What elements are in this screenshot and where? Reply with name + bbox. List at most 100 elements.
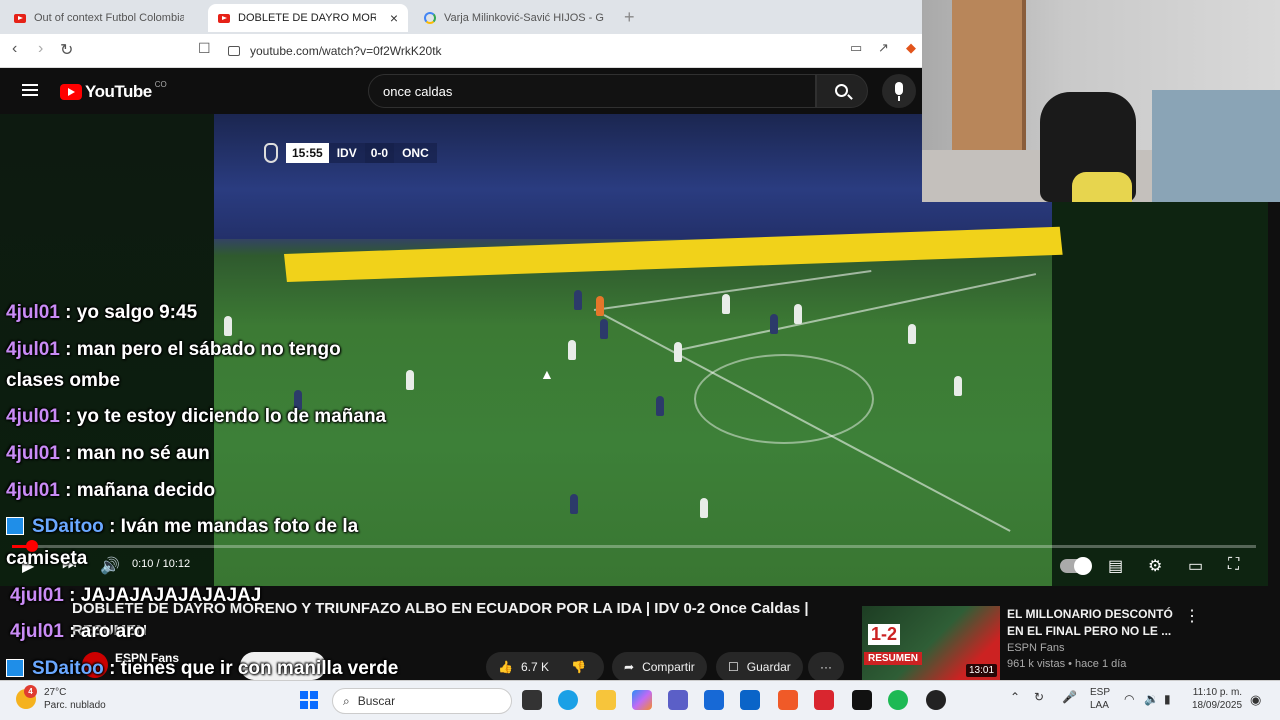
dislike-icon[interactable]: 👎 [571,660,586,674]
like-icon[interactable]: 👍 [498,660,513,674]
notifications-icon[interactable]: ◉ [1250,692,1261,708]
search-input[interactable]: once caldas [368,74,816,108]
brave-shield-icon[interactable]: ◆ [906,40,916,56]
chat-text: camiseta [6,548,88,569]
autoplay-toggle[interactable] [1060,557,1092,575]
language-indicator[interactable]: ESP LAA [1090,686,1110,712]
tab-label: Out of context Futbol Colombiano [34,12,184,24]
like-dislike-group: 👍 6.7 K 👎 [486,652,604,682]
more-vert-icon[interactable]: ⋮ [1184,606,1200,626]
system-clock[interactable]: 11:10 p. m. 18/09/2025 [1192,686,1242,712]
chat-text: : yo salgo 9:45 [65,302,198,323]
search-icon [835,84,848,97]
share-icon[interactable]: ↗ [878,40,889,56]
notification-badge: 4 [24,685,37,698]
chat-badge-icon [6,659,24,677]
teams-icon[interactable] [668,690,688,710]
like-count[interactable]: 6.7 K [521,660,549,674]
more-label: ··· [820,660,832,674]
search-button[interactable] [816,74,868,108]
recommended-meta: 961 k vistas • hace 1 día [1007,658,1127,670]
search-value: once caldas [383,83,453,99]
theater-mode-icon[interactable]: ▭ [1188,556,1203,576]
player-figure [568,340,576,360]
back-arrow-icon[interactable]: ‹ [12,40,17,58]
reload-icon[interactable]: ↻ [60,40,73,60]
chat-text: : man no sé aun [65,443,210,464]
weather-sun-icon: 4 [16,685,37,709]
menu-icon[interactable] [22,84,38,96]
chat-message: 4jul01 : man pero el sábado no tengo [6,339,341,361]
chat-text: : yo te estoy diciendo lo de mañana [65,406,387,427]
task-view-icon[interactable] [522,690,542,710]
chat-text: : aro aro [69,621,146,642]
chat-message: 4jul01 : yo salgo 9:45 [6,302,197,324]
recommended-title[interactable]: EL MILLONARIO DESCONTÓ EN EL FINAL PERO … [1007,606,1183,640]
webcam-overlay [922,0,1280,202]
chat-message-continued: camiseta [6,548,87,570]
thumb-label: RESUMEN [864,652,923,665]
clock-time: 11:10 p. m. [1192,687,1243,698]
new-tab-button[interactable]: + [624,7,635,28]
chat-message: 4jul01 : aro aro [10,621,145,643]
voice-search-icon[interactable] [882,74,916,108]
chat-text: : mañana decido [65,480,216,501]
site-info-icon[interactable] [228,46,240,56]
file-explorer-icon[interactable] [596,690,616,710]
away-team: ONC [394,143,437,163]
time-display: 0:10 / 10:12 [132,558,191,570]
chat-message: SDaitoo : tienes que ir con manilla verd… [6,658,398,680]
youtube-logo[interactable]: YouTube CO [60,80,167,102]
weather-widget[interactable]: 4 27°C Parc. nublado [16,685,106,712]
brave-icon[interactable] [778,690,798,710]
subtitles-icon[interactable]: ▤ [1108,556,1123,576]
chevron-up-icon[interactable]: ⌃ [1010,690,1020,704]
tab-google-search[interactable]: Varja Milinković-Savić HIJOS - Googl [414,4,614,32]
tab-doblete[interactable]: DOBLETE DE DAYRO MORENO × [208,4,408,32]
recommended-duration: 13:01 [966,664,998,677]
shield-app-icon[interactable] [814,690,834,710]
url-text: youtube.com/watch?v=0f2WrkK20tk [250,44,442,58]
tab-out-of-context[interactable]: Out of context Futbol Colombiano [4,4,204,32]
bookmark-icon[interactable]: ☐ [198,40,211,57]
webcam-shirt [1072,172,1132,202]
player-figure [908,324,916,344]
install-app-icon[interactable]: ▭ [850,40,862,56]
store-icon[interactable] [704,690,724,710]
spotify-icon[interactable] [888,690,908,710]
progress-bar[interactable] [12,545,1256,548]
close-tab-icon[interactable]: × [390,10,398,26]
chat-message: 4jul01 : man no sé aun [6,443,210,465]
weather-desc: Parc. nublado [44,700,106,711]
more-actions-button[interactable]: ··· [808,652,844,682]
chat-username: 4jul01 [6,480,60,501]
sync-icon[interactable]: ↻ [1034,690,1044,704]
windows-start-icon[interactable] [300,691,318,709]
youtube-play-icon [60,84,82,100]
microphone-icon[interactable]: 🎤 [1062,690,1077,704]
url-field[interactable]: youtube.com/watch?v=0f2WrkK20tk [228,40,828,62]
volume-icon[interactable]: 🔊 [100,556,120,576]
volume-icon[interactable]: 🔉 [1144,692,1159,706]
lang-top: ESP [1090,687,1111,698]
media-app-icon[interactable] [852,690,872,710]
share-button[interactable]: ➦ Compartir [612,652,707,682]
battery-icon[interactable]: ▮ [1164,692,1171,706]
chat-message: SDaitoo : Iván me mandas foto de la [6,516,358,538]
tab-label: DOBLETE DE DAYRO MORENO [238,12,376,24]
tab-label: Varja Milinković-Savić HIJOS - Googl [444,12,604,24]
fullscreen-icon[interactable]: ⛶ [1228,556,1239,574]
recommended-channel[interactable]: ESPN Fans [1007,642,1064,654]
webcam-bed [1152,90,1280,202]
app-icon[interactable] [926,690,946,710]
settings-gear-icon[interactable]: ⚙ [1148,556,1162,576]
save-button[interactable]: ☐ Guardar [716,652,803,682]
youtube-favicon-icon [14,13,26,23]
wifi-icon[interactable]: ◠ [1124,692,1134,706]
copilot-icon[interactable] [632,690,652,710]
taskbar-search[interactable]: ⌕ Buscar [332,688,512,714]
outlook-icon[interactable] [740,690,760,710]
edge-icon[interactable] [558,690,578,710]
forward-arrow-icon[interactable]: › [38,40,43,58]
chat-text: : Iván me mandas foto de la [109,516,359,537]
